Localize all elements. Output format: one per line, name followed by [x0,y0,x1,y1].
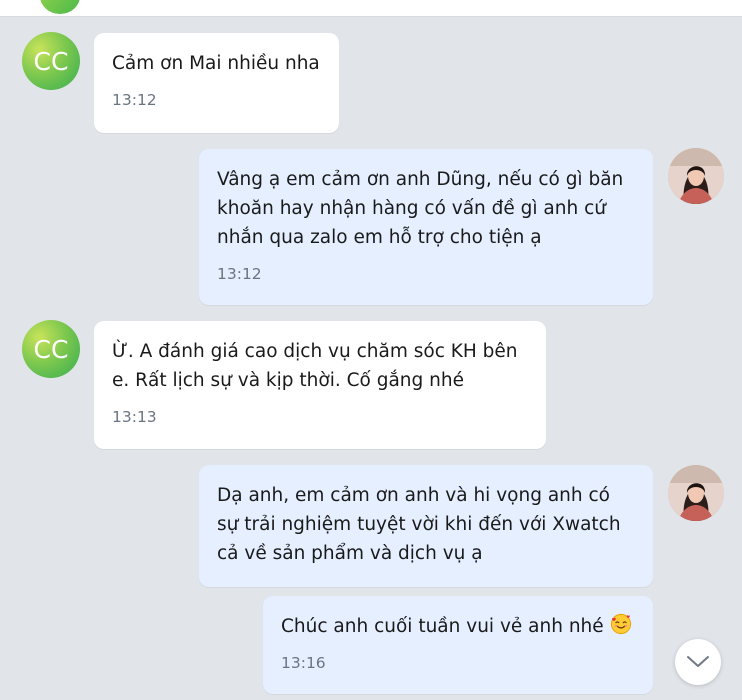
message-text: Cảm ơn Mai nhiều nha [112,53,320,74]
contact-avatar[interactable]: CC [22,320,80,378]
message-bubble-outgoing[interactable]: Vâng ạ em cảm ơn anh Dũng, nếu có gì băn… [199,149,653,305]
message-text: Ừ. A đánh giá cao dịch vụ chăm sóc KH bê… [112,341,518,391]
message-bubble-incoming[interactable]: Ừ. A đánh giá cao dịch vụ chăm sóc KH bê… [94,321,546,449]
user-avatar[interactable] [668,465,724,521]
header-avatar[interactable] [40,0,80,14]
message-bubble-outgoing[interactable]: Dạ anh, em cảm ơn anh và hi vọng anh có … [199,465,653,587]
user-photo-icon [668,465,724,521]
scroll-to-bottom-button[interactable] [675,639,721,685]
message-text: Chúc anh cuối tuần vui vẻ anh nhé [281,616,604,637]
chat-header [0,0,742,17]
message-time: 13:12 [112,91,157,109]
user-photo-icon [668,148,724,204]
chevron-down-icon [687,656,709,667]
avatar-initials: CC [33,334,69,364]
message-time: 13:12 [217,265,262,283]
contact-avatar[interactable]: CC [22,32,80,90]
smiling-face-with-hearts-icon [610,613,631,635]
message-bubble-outgoing[interactable]: Chúc anh cuối tuần vui vẻ anh nhé 13:16 [263,596,653,694]
message-text-row: Chúc anh cuối tuần vui vẻ anh nhé [281,612,635,641]
message-bubble-incoming[interactable]: Cảm ơn Mai nhiều nha 13:12 [94,33,339,133]
message-text: Dạ anh, em cảm ơn anh và hi vọng anh có … [217,485,621,564]
user-avatar[interactable] [668,148,724,204]
avatar-initials: CC [33,46,69,76]
message-text: Vâng ạ em cảm ơn anh Dũng, nếu có gì băn… [217,169,624,248]
message-time: 13:13 [112,408,157,426]
chat-window: CC Cảm ơn Mai nhiều nha 13:12 Vâng ạ em … [0,0,742,700]
message-time: 13:16 [281,654,326,672]
